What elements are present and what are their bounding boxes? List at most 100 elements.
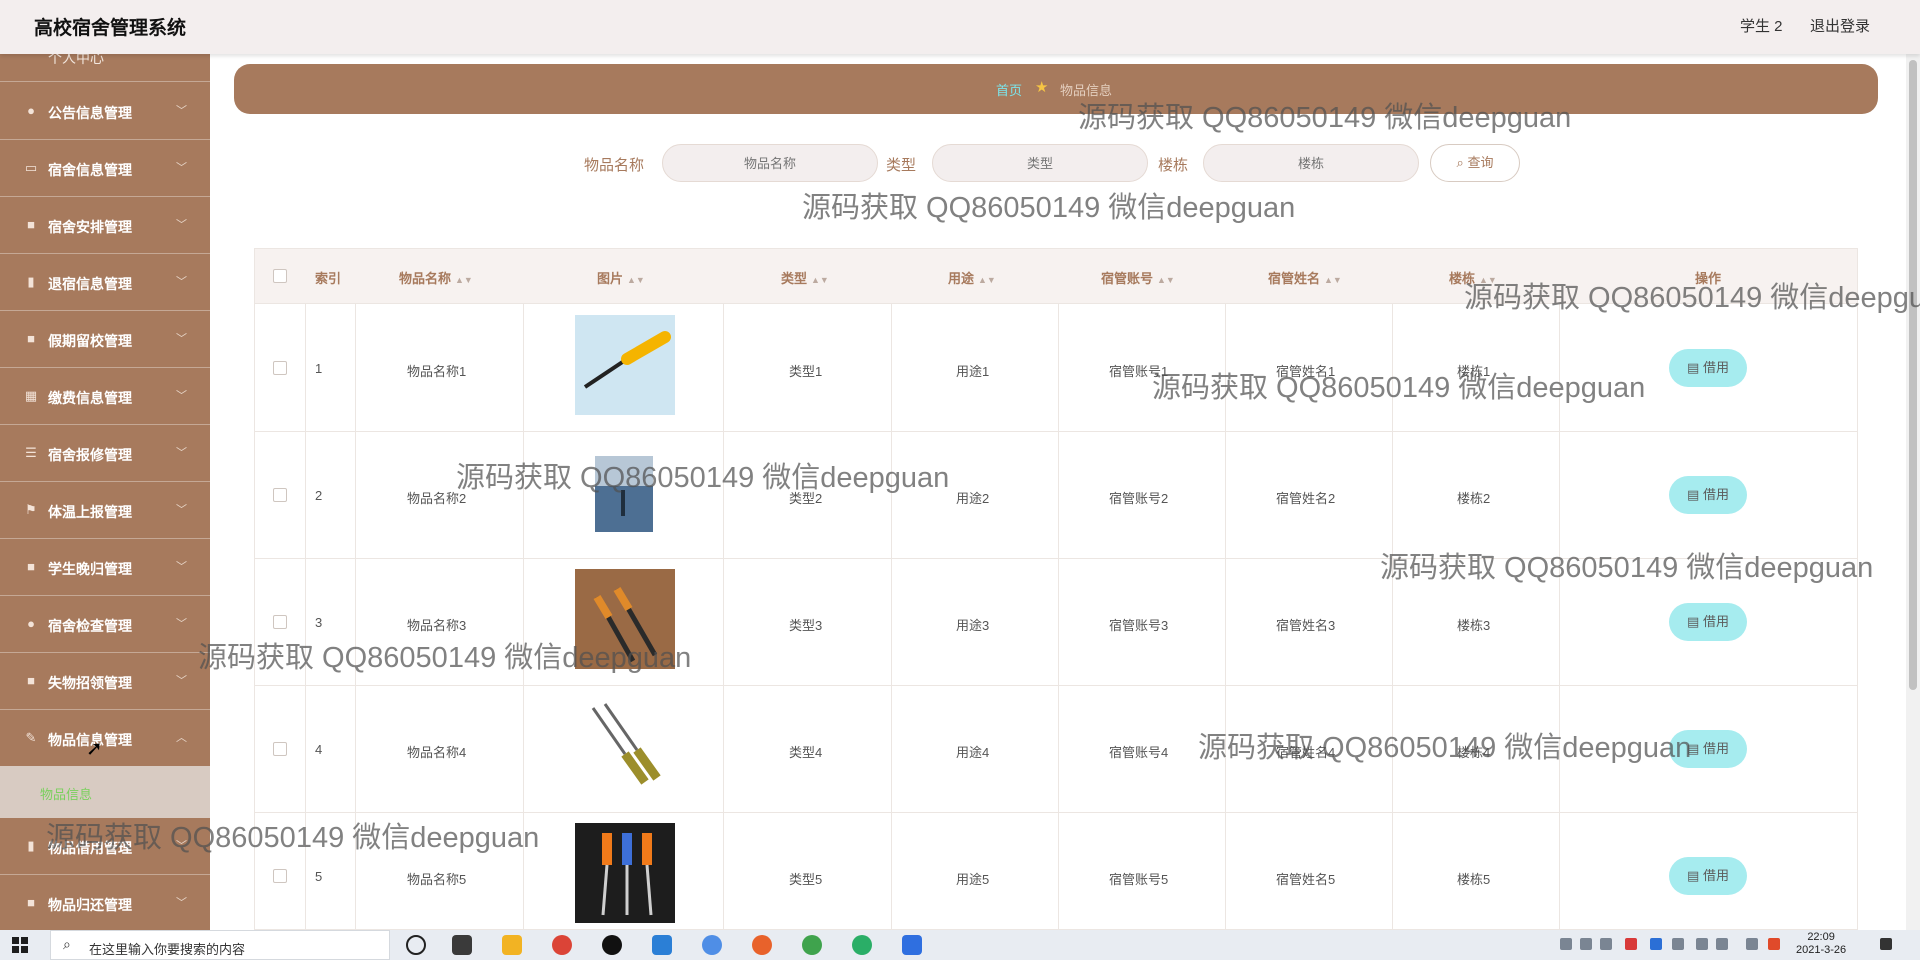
row-checkbox[interactable] (273, 615, 287, 629)
task-view-icon[interactable] (452, 935, 472, 955)
borrow-button-label: 借用 (1702, 360, 1729, 375)
page-scrollbar[interactable] (1906, 54, 1920, 930)
item-thumbnail[interactable] (575, 823, 675, 923)
row-checkbox[interactable] (273, 869, 287, 883)
cell-name: 物品名称3 (407, 618, 467, 633)
borrow-button[interactable]: ▤ 借用 (1669, 857, 1747, 895)
sidebar-item-label: 失物招领管理 (48, 675, 132, 691)
chevron-down-icon: ﹀ (176, 504, 187, 516)
type-filter-input[interactable] (932, 144, 1148, 182)
briefcase-icon: ■ (27, 217, 35, 232)
name-filter-input[interactable] (662, 144, 878, 182)
sidebar-item-temperature[interactable]: ⚑ 体温上报管理 ﹀ (0, 482, 210, 539)
borrow-button[interactable]: ▤ 借用 (1669, 476, 1747, 514)
sidebar-subitem-item-info[interactable]: 物品信息 (0, 766, 210, 818)
borrow-button[interactable]: ▤ 借用 (1669, 730, 1747, 768)
cell-type: 类型3 (789, 618, 823, 633)
cell-usage: 用途2 (956, 491, 990, 506)
ime-icon[interactable] (1746, 938, 1758, 950)
qq-icon[interactable] (602, 935, 622, 955)
logout-link[interactable]: 退出登录 (1810, 15, 1870, 36)
type-filter-label: 类型 (886, 157, 917, 174)
search-form: 物品名称 类型 楼栋 ⌕ 查询 (0, 140, 1920, 188)
column-header-name[interactable]: 物品名称 ▲▼ (399, 268, 473, 287)
cloud-app-icon[interactable] (652, 935, 672, 955)
baidu-netdisk-icon[interactable] (702, 935, 722, 955)
taskbar-clock[interactable]: 22:09 2021-3-26 (1796, 931, 1846, 957)
tray-icon[interactable] (1625, 938, 1637, 950)
select-all-checkbox[interactable] (273, 269, 287, 283)
sidebar-item-holiday-stay[interactable]: ■ 假期留校管理 ﹀ (0, 311, 210, 368)
column-header-image[interactable]: 图片 ▲▼ (597, 268, 645, 287)
sidebar-item-checkout[interactable]: ▮ 退宿信息管理 ﹀ (0, 254, 210, 311)
tray-icon[interactable] (1672, 938, 1684, 950)
tray-icon[interactable] (1650, 938, 1662, 950)
sort-icon[interactable]: ▲▼ (1479, 275, 1497, 285)
sort-icon[interactable]: ▲▼ (978, 275, 996, 285)
column-header-account[interactable]: 宿管账号 ▲▼ (1101, 268, 1175, 287)
borrow-button[interactable]: ▤ 借用 (1669, 349, 1747, 387)
sidebar-item-return[interactable]: ■ 物品归还管理 ﹀ (0, 875, 210, 930)
sidebar-item-lost-found[interactable]: ■ 失物招领管理 ﹀ (0, 653, 210, 710)
sort-icon[interactable]: ▲▼ (811, 275, 829, 285)
row-checkbox[interactable] (273, 361, 287, 375)
item-thumbnail[interactable] (575, 442, 675, 542)
flag-icon: ⚑ (25, 502, 37, 517)
row-checkbox[interactable] (273, 742, 287, 756)
sidebar-item-notice[interactable]: ● 公告信息管理 ﹀ (0, 83, 210, 140)
cell-manager: 宿管姓名3 (1276, 618, 1336, 633)
document-icon: ▤ (1687, 487, 1703, 502)
sort-icon[interactable]: ▲▼ (455, 275, 473, 285)
sidebar-item-dorm-arrangement[interactable]: ■ 宿舍安排管理 ﹀ (0, 197, 210, 254)
sort-icon[interactable]: ▲▼ (1324, 275, 1342, 285)
chrome-icon[interactable] (552, 935, 572, 955)
cell-account: 宿管账号1 (1109, 364, 1169, 379)
network-icon[interactable] (1696, 938, 1708, 950)
search-button[interactable]: ⌕ 查询 (1430, 144, 1520, 182)
tray-icon[interactable] (1768, 938, 1780, 950)
wps-icon[interactable] (902, 935, 922, 955)
wechat-icon[interactable] (852, 935, 872, 955)
volume-icon[interactable] (1716, 938, 1728, 950)
file-explorer-icon[interactable] (502, 935, 522, 955)
column-header-manager[interactable]: 宿管姓名 ▲▼ (1268, 268, 1342, 287)
windows-start-icon[interactable] (12, 937, 28, 953)
tray-icon[interactable] (1580, 938, 1592, 950)
sort-icon[interactable]: ▲▼ (627, 275, 645, 285)
firefox-icon[interactable] (752, 935, 772, 955)
taskbar-search[interactable]: ⌕ 在这里输入你要搜索的内容 (50, 930, 390, 960)
table-header: 索引 物品名称 ▲▼ 图片 ▲▼ 类型 ▲▼ 用途 ▲▼ 宿管账号 ▲▼ 宿管姓名 ▲▼ 楼… (255, 249, 1857, 304)
document-icon: ▤ (1687, 614, 1703, 629)
column-header-building[interactable]: 楼栋 ▲▼ (1449, 268, 1497, 287)
sidebar-item-borrow[interactable]: ▮ 物品借用管理 ﹀ (0, 818, 210, 875)
sidebar-item-item-info[interactable]: ✎ 物品信息管理 ︿ (0, 710, 210, 767)
column-header-type[interactable]: 类型 ▲▼ (781, 268, 829, 287)
tray-icon[interactable] (1600, 938, 1612, 950)
briefcase-icon: ■ (27, 559, 35, 574)
item-thumbnail[interactable] (575, 569, 675, 669)
sidebar-item-inspection[interactable]: ● 宿舍检查管理 ﹀ (0, 596, 210, 653)
row-checkbox[interactable] (273, 488, 287, 502)
tray-icon[interactable] (1560, 938, 1572, 950)
sidebar-item-late-return[interactable]: ■ 学生晚归管理 ﹀ (0, 539, 210, 596)
sidebar-item-personal-center[interactable]: 个人中心 (0, 54, 210, 82)
chevron-down-icon: ﹀ (176, 333, 187, 345)
current-user[interactable]: 学生 2 (1740, 15, 1783, 36)
item-thumbnail[interactable] (575, 315, 675, 415)
building-filter-input[interactable] (1203, 144, 1419, 182)
scrollbar-thumb[interactable] (1909, 60, 1917, 690)
column-header-usage[interactable]: 用途 ▲▼ (948, 268, 996, 287)
sort-icon[interactable]: ▲▼ (1157, 275, 1175, 285)
borrow-button-label: 借用 (1702, 741, 1729, 756)
borrow-button[interactable]: ▤ 借用 (1669, 603, 1747, 641)
browser-icon[interactable] (802, 935, 822, 955)
breadcrumb-home[interactable]: 首页 (996, 80, 1022, 99)
cell-account: 宿管账号5 (1109, 872, 1169, 887)
sidebar-item-repair[interactable]: ☰ 宿舍报修管理 ﹀ (0, 425, 210, 482)
sidebar-item-payment[interactable]: ▦ 缴费信息管理 ﹀ (0, 368, 210, 425)
cortana-icon[interactable] (406, 935, 426, 955)
item-thumbnail[interactable] (575, 696, 675, 796)
cell-index: 2 (315, 488, 323, 503)
notification-icon[interactable] (1880, 938, 1892, 950)
chevron-down-icon: ﹀ (176, 897, 187, 909)
